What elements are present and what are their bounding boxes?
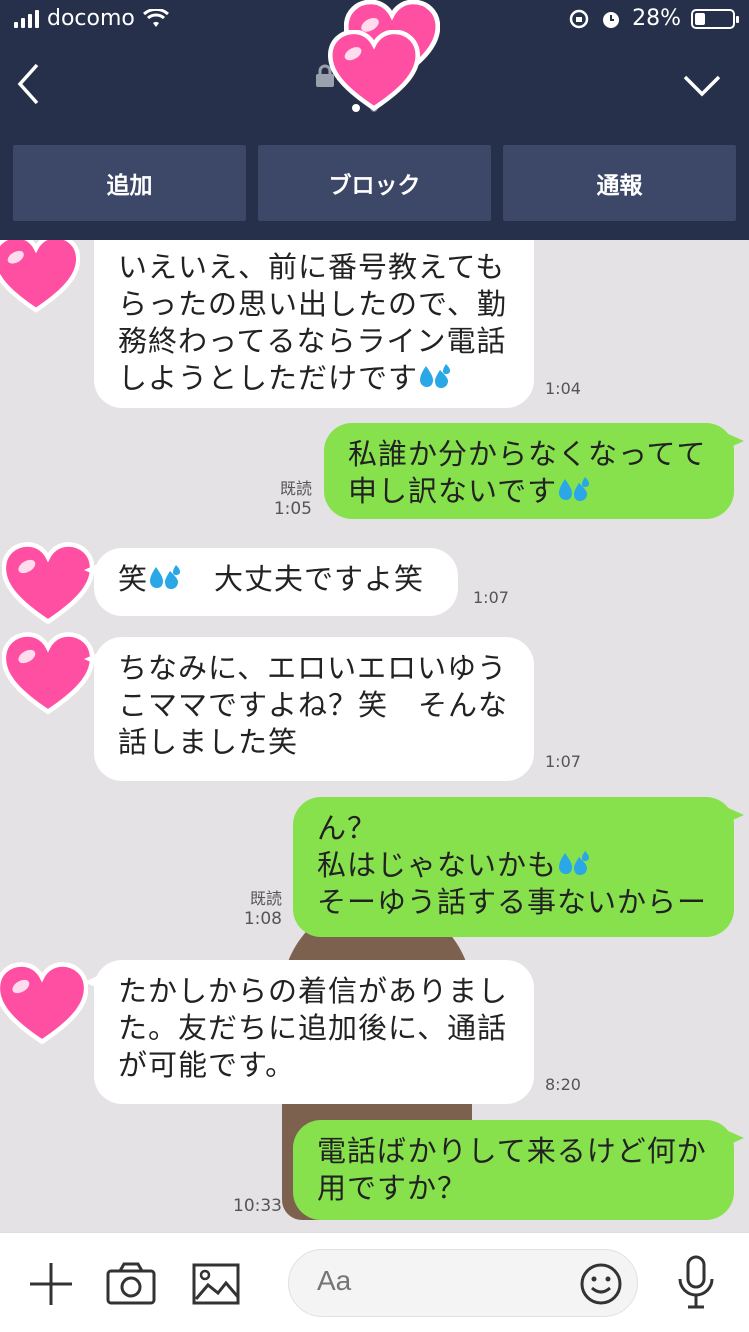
- message-input[interactable]: [288, 1249, 638, 1317]
- back-button[interactable]: [16, 62, 40, 106]
- read-receipt: 既読 1:05: [273, 479, 312, 519]
- image-icon[interactable]: [192, 1263, 240, 1305]
- battery-icon: [691, 8, 739, 29]
- incoming-message[interactable]: いえいえ、前に番号教えても らったの思い出したので、勤 務終わってるならライン電…: [94, 240, 534, 408]
- outgoing-message[interactable]: 私誰か分からなくなってて 申し訳ないです: [324, 423, 744, 519]
- incoming-message[interactable]: たかしからの着信がありまし た。友だちに追加後に、通話 が可能です。: [84, 960, 534, 1104]
- plus-icon[interactable]: [28, 1261, 74, 1307]
- microphone-icon[interactable]: [676, 1255, 716, 1311]
- camera-icon[interactable]: [106, 1261, 156, 1305]
- outgoing-message[interactable]: ん？ 私はじゃないかも そーゆう話する事ないからー: [293, 797, 744, 937]
- message-time: 1:07: [545, 752, 581, 771]
- message-time: 8:20: [545, 1075, 581, 1094]
- message-time: 1:07: [473, 588, 509, 607]
- avatar: [0, 962, 88, 1046]
- report-button[interactable]: 通報: [503, 145, 736, 221]
- add-friend-button[interactable]: 追加: [13, 145, 246, 221]
- avatar: [2, 632, 94, 716]
- sweat-droplets-icon: [557, 849, 591, 879]
- incoming-message[interactable]: ちなみに、エロいエロいゆう こママですよね？笑 そんな 話しました笑: [84, 637, 534, 781]
- alarm-icon: [603, 11, 620, 28]
- sweat-droplets-icon: [148, 563, 182, 593]
- carrier-name: docomo: [47, 6, 135, 31]
- read-receipt: 既読 1:08: [243, 889, 282, 929]
- avatar: [2, 542, 94, 626]
- battery-percent: 28%: [632, 6, 681, 31]
- message-text-field[interactable]: [315, 1264, 559, 1298]
- sweat-droplets-icon: [557, 475, 591, 505]
- avatar: [0, 240, 80, 314]
- outgoing-message[interactable]: 電話ばかりして来るけど何か 用ですか？: [293, 1120, 744, 1220]
- message-time: 1:04: [545, 379, 581, 398]
- incoming-message[interactable]: 笑大丈夫ですよ笑: [84, 548, 458, 616]
- sweat-droplets-icon: [418, 362, 452, 392]
- status-bar-left: docomo: [14, 6, 169, 31]
- rotation-lock-icon: [569, 9, 589, 28]
- signal-icon: [14, 9, 39, 28]
- wifi-icon: [142, 8, 169, 27]
- chat-header: docomo 28% 追加 ブロック 通報: [0, 0, 749, 240]
- smiley-icon[interactable]: [579, 1262, 623, 1306]
- message-input-bar: [0, 1232, 749, 1332]
- heart-sticker-icon: [324, 0, 440, 112]
- chat-area[interactable]: いえいえ、前に番号教えても らったの思い出したので、勤 務終わってるならライン電…: [0, 240, 749, 1232]
- message-time: 10:33: [233, 1196, 282, 1216]
- menu-toggle-button[interactable]: [682, 74, 722, 98]
- status-bar-right: 28%: [568, 6, 739, 31]
- block-button[interactable]: ブロック: [258, 145, 491, 221]
